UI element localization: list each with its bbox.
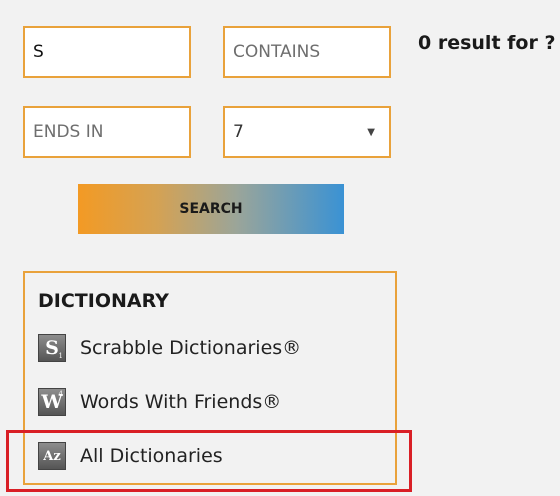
dictionary-item-label: Scrabble Dictionaries® (80, 337, 302, 359)
contains-field[interactable] (223, 26, 391, 78)
ends-in-field[interactable] (23, 106, 191, 158)
selection-highlight (6, 430, 412, 492)
ends-in-input[interactable] (33, 108, 189, 156)
dropdown-arrow-icon: ▼ (367, 126, 375, 138)
starts-with-input[interactable] (33, 28, 189, 76)
dictionary-item-words-with-friends[interactable]: W4 Words With Friends® (38, 388, 281, 416)
scrabble-icon: S1 (38, 334, 66, 362)
result-count-text: 0 result for ? (418, 32, 556, 54)
dictionary-title: DICTIONARY (38, 290, 169, 312)
starts-with-field[interactable] (23, 26, 191, 78)
word-length-select[interactable]: 7 ▼ (223, 106, 391, 158)
word-length-value: 7 (233, 122, 244, 142)
contains-input[interactable] (233, 28, 389, 76)
words-with-friends-icon: W4 (38, 388, 66, 416)
search-button[interactable]: SEARCH (78, 184, 344, 234)
dictionary-item-scrabble[interactable]: S1 Scrabble Dictionaries® (38, 334, 301, 362)
dictionary-item-label: Words With Friends® (80, 391, 282, 413)
